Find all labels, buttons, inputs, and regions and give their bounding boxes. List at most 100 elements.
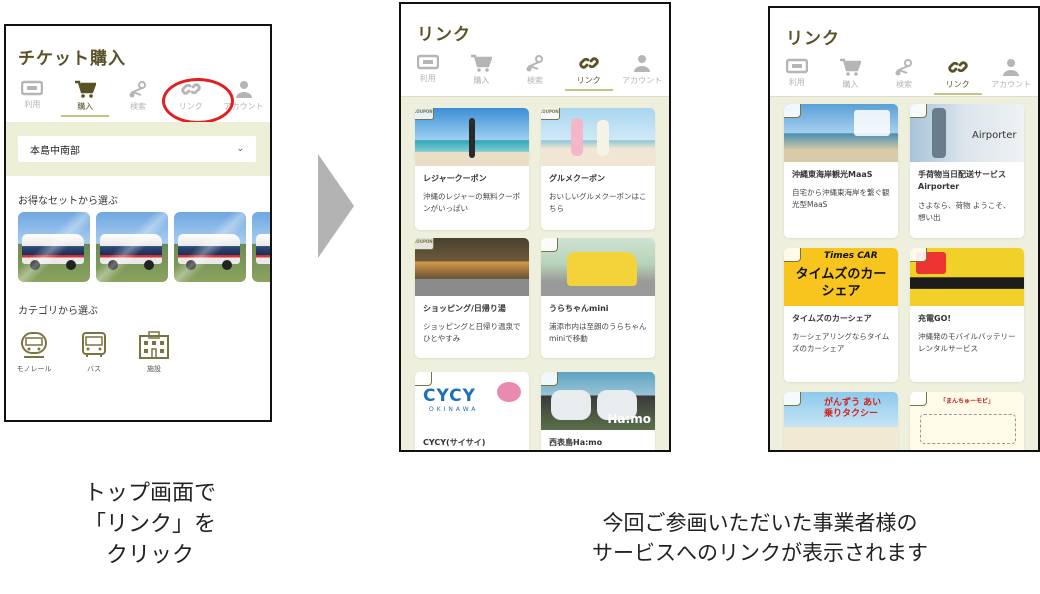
person-shape [597, 120, 609, 156]
airporter-logo: Airporter [972, 130, 1017, 141]
nav-tab-label: 購入 [842, 80, 859, 89]
facility-icon [139, 331, 169, 359]
nav-tab-label: 購入 [473, 76, 490, 85]
set-carousel [18, 212, 270, 282]
categories-section-label: カテゴリから選ぶ [18, 306, 98, 317]
ticket-icon [785, 58, 808, 74]
nav-tab-label: アカウント [622, 76, 663, 85]
link-card-east-coast-maas[interactable]: 沖縄東海岸観光MaaS 自宅から沖縄東海岸を繋ぐ観光型MaaS [784, 104, 898, 238]
nav-tab-account[interactable]: アカウント [985, 58, 1037, 90]
account-icon [634, 55, 651, 72]
cart-icon [75, 80, 97, 98]
card-description: 自宅から沖縄東海岸を繋ぐ観光型MaaS [792, 188, 890, 209]
ticket-icon [21, 80, 44, 96]
chevron-down-icon: ⌄ [236, 144, 244, 154]
nav-tab-label: リンク [576, 76, 601, 85]
card-title: 充電GO! [918, 314, 952, 323]
luggage-shape [932, 108, 946, 158]
nav-tab-link[interactable]: リンク [563, 54, 615, 91]
nav-tab-label: リンク [945, 80, 970, 89]
cycy-logo-sub: OKINAWA [429, 406, 479, 413]
category-label: 施設 [147, 365, 161, 373]
result-caption: 今回ご参画いただいた事業者様の サービスへのリンクが表示されます [530, 508, 990, 568]
link-card-manchu-mobi[interactable]: 「まんちゅーモビ」 [910, 392, 1024, 450]
nav-tab-label: 検索 [129, 102, 146, 111]
card-description: おいしいグルメクーポンはこちら [549, 192, 647, 213]
card-title: CYCY(サイサイ) [423, 438, 486, 447]
card-description: 沖縄のレジャーの無料クーポンがいっぱい [423, 192, 521, 213]
nav-tab-use[interactable]: 利用 [402, 54, 454, 86]
set-card[interactable] [18, 212, 90, 282]
category-bus[interactable]: バス [74, 330, 114, 374]
set-card[interactable] [252, 212, 270, 282]
card-image: がんずう あい乗りタクシー [784, 392, 898, 450]
nav-tab-use[interactable]: 利用 [771, 58, 823, 90]
link-card-ainori-taxi[interactable]: がんずう あい乗りタクシー [784, 392, 898, 450]
card-image [784, 104, 898, 162]
nav-tab-label: 購入 [77, 102, 94, 111]
person-shape [469, 118, 475, 158]
sets-section-label: お得なセットから選ぶ [18, 196, 118, 207]
card-image [910, 248, 1024, 306]
link-card-shopping[interactable]: COUPON ショッピング/日帰り湯 ショッピングと日帰り温泉でひとやすみ [415, 238, 529, 358]
mobi-banner-text: 「まんちゅーモビ」 [940, 398, 995, 405]
nav-tab-label: 検索 [526, 76, 543, 85]
nav-tab-label: アカウント [991, 80, 1032, 89]
link-card-hamo[interactable]: Ha:mo 西表島Ha:mo [541, 372, 655, 450]
nav-tab-search[interactable]: 検索 [112, 80, 164, 112]
bag-icon [910, 104, 927, 118]
nav-tab-label: 利用 [788, 78, 805, 87]
cart-icon [840, 58, 862, 76]
link-card-juden-go[interactable]: 充電GO! 沖縄発のモバイルバッテリーレンタルサービス [910, 248, 1024, 382]
link-card-cycy[interactable]: CYCY OKINAWA CYCY(サイサイ) [415, 372, 529, 450]
card-image: CYCY OKINAWA [415, 372, 529, 430]
page-title: リンク [417, 25, 471, 45]
transition-arrow [318, 154, 354, 258]
category-label: モノレール [16, 365, 52, 373]
caption-line: 「リンク」を [83, 512, 216, 537]
bottom-nav: 利用 購入 検索 リンク アカウント [401, 54, 669, 91]
hamo-logo: Ha:mo [607, 412, 651, 426]
card-image: Times CAR タイムズのカーシェア [784, 248, 898, 306]
nav-tab-search[interactable]: 検索 [878, 58, 930, 90]
link-card-times-car[interactable]: Times CAR タイムズのカーシェア タイムズのカーシェア カーシェアリング… [784, 248, 898, 382]
category-facility[interactable]: 施設 [134, 330, 174, 374]
image-shade [18, 212, 90, 282]
nav-tab-link[interactable]: リンク [932, 58, 984, 95]
nav-tab-purchase[interactable]: 購入 [824, 58, 876, 90]
nav-tab-search[interactable]: 検索 [509, 54, 561, 86]
nav-tab-purchase[interactable]: 購入 [455, 54, 507, 86]
ticket-icon [416, 54, 439, 70]
category-monorail[interactable]: モノレール [14, 330, 54, 374]
coupon-badge: COUPON [415, 238, 434, 250]
link-icon [578, 57, 599, 69]
caption-line: クリック [105, 543, 194, 568]
nav-tab-use[interactable]: 利用 [6, 80, 58, 112]
card-title: うらちゃんmini [549, 304, 609, 313]
set-card[interactable] [174, 212, 246, 282]
link-card-gourmet-coupon[interactable]: COUPON グルメクーポン おいしいグルメクーポンはこちら [541, 108, 655, 230]
link-card-leisure-coupon[interactable]: COUPON レジャークーポン 沖縄のレジャーの無料クーポンがいっぱい [415, 108, 529, 230]
nav-tab-purchase[interactable]: 購入 [59, 80, 111, 117]
card-title: グルメクーポン [549, 174, 605, 183]
link-tab-highlight [162, 78, 234, 124]
card-title: 西表島Ha:mo [549, 438, 603, 447]
taxi-icon [784, 392, 801, 406]
caption-line: 今回ご参画いただいた事業者様の [602, 511, 918, 535]
account-icon [235, 81, 252, 98]
caption-line: サービスへのリンクが表示されます [592, 541, 928, 565]
set-card[interactable] [96, 212, 168, 282]
car-icon [541, 372, 558, 386]
speech-bubble-shape [854, 110, 890, 136]
nav-tab-account[interactable]: アカウント [616, 54, 668, 86]
route-search-icon [129, 81, 146, 98]
bus-icon [541, 238, 558, 252]
route-search-icon [895, 59, 912, 76]
bus-icon [784, 104, 801, 118]
bottom-nav: 利用 購入 検索 リンク アカウント [770, 58, 1038, 95]
region-select[interactable]: 本島中南部 ⌄ [18, 136, 256, 162]
link-screen-scrolled: リンク 利用 購入 検索 リンク アカウント 沖縄東海岸観光MaaS 自宅から沖… [768, 6, 1040, 452]
times-logo: Times CAR [824, 251, 878, 261]
link-card-airporter[interactable]: Airporter 手荷物当日配送サービスAirporter さよなら、荷物 よ… [910, 104, 1024, 238]
link-card-urachan-mini[interactable]: うらちゃんmini 浦添市内は至朗のうらちゃんminiで移動 [541, 238, 655, 358]
